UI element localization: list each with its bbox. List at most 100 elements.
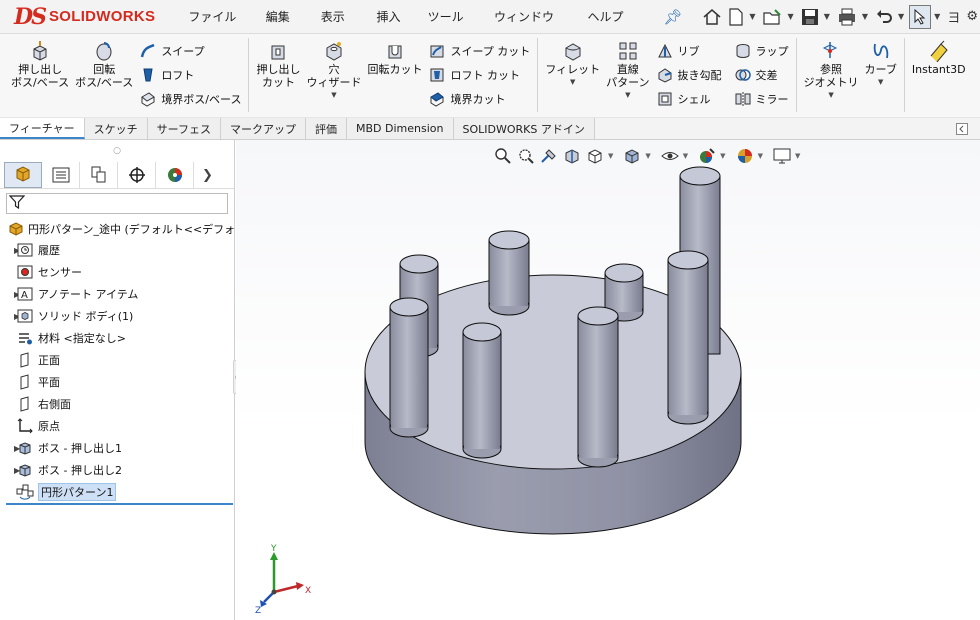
- reference-geometry-button[interactable]: 参照 ジオメトリ ▼: [801, 38, 862, 101]
- tree-item-top-plane[interactable]: 平面: [0, 371, 234, 393]
- expand-arrow-icon[interactable]: ▶: [0, 312, 20, 321]
- tree-item-front-plane[interactable]: 正面: [0, 349, 234, 371]
- sweep-icon: [139, 43, 157, 59]
- tab-surfaces[interactable]: サーフェス: [147, 118, 222, 139]
- chevron-down-icon[interactable]: ▼: [828, 91, 833, 99]
- tab-markup[interactable]: マークアップ: [221, 118, 307, 139]
- draft-button[interactable]: 抜き勾配: [653, 64, 725, 85]
- linear-pattern-icon: [616, 40, 640, 62]
- configuration-manager-tab-icon[interactable]: [80, 162, 118, 188]
- filter-icon[interactable]: [8, 194, 26, 213]
- solidworks-logo[interactable]: DS SOLIDWORKS: [0, 0, 166, 34]
- wrap-button[interactable]: ラップ: [731, 40, 792, 61]
- tab-evaluate[interactable]: 評価: [306, 118, 348, 139]
- fillet-button[interactable]: フィレット ▼: [542, 38, 603, 88]
- feature-manager-tab-icon[interactable]: [4, 162, 42, 188]
- extrude-boss-button[interactable]: 押し出し ボス/ベース: [8, 38, 72, 91]
- options-icon[interactable]: ⚙: [964, 4, 980, 30]
- expand-arrow-icon[interactable]: ▶: [0, 444, 20, 453]
- instant3d-button[interactable]: Instant3D: [909, 38, 969, 78]
- tab-solidworks-addins[interactable]: SOLIDWORKS アドイン: [453, 118, 595, 139]
- chevron-down-icon[interactable]: ▼: [625, 91, 630, 99]
- open-icon[interactable]: [761, 4, 785, 30]
- chevron-down-icon[interactable]: ▼: [331, 91, 336, 99]
- rebuild-icon[interactable]: ヨ: [945, 4, 962, 30]
- tree-item-history[interactable]: ▶ 履歴: [0, 239, 234, 261]
- rib-button[interactable]: リブ: [653, 40, 725, 61]
- new-document-icon[interactable]: [726, 4, 746, 30]
- loft-button[interactable]: ロフト: [136, 64, 244, 85]
- menu-tools[interactable]: ツール(T): [420, 0, 486, 58]
- boundary-boss-icon: [139, 91, 157, 107]
- pin[interactable]: [577, 306, 619, 468]
- sweep-button[interactable]: スイープ: [136, 40, 244, 61]
- tree-root-part[interactable]: 円形パターン_途中 (デフォルト<<デフォルト>_: [0, 218, 234, 239]
- property-manager-tab-icon[interactable]: [42, 162, 80, 188]
- expand-arrow-icon[interactable]: ▶: [0, 290, 20, 299]
- tab-sketch[interactable]: スケッチ: [84, 118, 148, 139]
- pin-icon[interactable]: 📌︎: [663, 8, 682, 26]
- menu-view[interactable]: 表示(V): [313, 0, 369, 58]
- chevron-down-icon[interactable]: ▼: [878, 78, 883, 86]
- curves-label: カーブ: [864, 63, 897, 76]
- shell-button[interactable]: シェル: [653, 88, 725, 109]
- tree-item-material[interactable]: 材料 <指定なし>: [0, 327, 234, 349]
- menu-edit[interactable]: 編集(E): [258, 0, 313, 58]
- sweep-cut-button[interactable]: スイープ カット: [425, 40, 533, 61]
- menu-window[interactable]: ウィンドウ(W): [486, 0, 580, 58]
- tree-item-circular-pattern1[interactable]: 円形パターン1: [0, 481, 234, 503]
- part-model[interactable]: [236, 140, 980, 620]
- revolve-cut-button[interactable]: 回転カット: [364, 38, 425, 78]
- revolve-boss-button[interactable]: 回転 ボス/ベース: [72, 38, 136, 91]
- rollback-bar[interactable]: [6, 503, 233, 505]
- boundary-boss-label: 境界ボス/ベース: [161, 92, 242, 106]
- panel-toggle-icon[interactable]: [956, 118, 968, 139]
- menu-file[interactable]: ファイル(F): [180, 0, 257, 58]
- menu-help[interactable]: ヘルプ(H): [579, 0, 647, 58]
- tree-item-right-plane[interactable]: 右側面: [0, 393, 234, 415]
- extrude-cut-button[interactable]: 押し出し カット: [253, 38, 303, 91]
- tree-item-sensors[interactable]: センサー: [0, 261, 234, 283]
- dimxpert-tab-icon[interactable]: [118, 162, 156, 188]
- linear-pattern-button[interactable]: 直線 パターン ▼: [603, 38, 652, 101]
- panel-collapse-handle[interactable]: ○: [0, 140, 234, 162]
- save-icon[interactable]: [799, 4, 821, 30]
- tree-item-solid-bodies[interactable]: ▶ ソリッド ボディ(1): [0, 305, 234, 327]
- expand-arrow-icon[interactable]: ▶: [0, 466, 20, 475]
- chevron-down-icon[interactable]: ▼: [570, 78, 575, 86]
- chevron-down-icon[interactable]: ▼: [934, 12, 940, 21]
- chevron-right-icon[interactable]: ❯: [202, 168, 213, 183]
- pin[interactable]: [667, 250, 709, 425]
- tab-features[interactable]: フィーチャー: [0, 118, 85, 139]
- chevron-down-icon[interactable]: ▼: [824, 12, 830, 21]
- tab-mbd-dimension[interactable]: MBD Dimension: [347, 118, 454, 139]
- rib-label: リブ: [677, 44, 700, 58]
- print-icon[interactable]: [835, 4, 859, 30]
- tree-item-boss-extrude1[interactable]: ▶ ボス - 押し出し1: [0, 437, 234, 459]
- display-manager-tab-icon[interactable]: [156, 162, 194, 188]
- curves-button[interactable]: カーブ ▼: [862, 38, 900, 88]
- chevron-down-icon[interactable]: ▼: [898, 12, 904, 21]
- tree-filter[interactable]: [6, 193, 228, 214]
- pin[interactable]: [462, 322, 502, 459]
- pin[interactable]: [488, 230, 530, 316]
- mirror-button[interactable]: ミラー: [731, 88, 792, 109]
- chevron-down-icon[interactable]: ▼: [862, 12, 868, 21]
- pin[interactable]: [389, 297, 429, 438]
- undo-icon[interactable]: [873, 4, 895, 30]
- home-icon[interactable]: [700, 4, 724, 30]
- intersect-button[interactable]: 交差: [731, 64, 792, 85]
- tree-item-boss-extrude2[interactable]: ▶ ボス - 押し出し2: [0, 459, 234, 481]
- graphics-area[interactable]: ▼ ▼ ▼ ▼ ▼ ▼ Y X Z: [236, 140, 980, 620]
- chevron-down-icon[interactable]: ▼: [749, 12, 755, 21]
- boundary-boss-button[interactable]: 境界ボス/ベース: [136, 88, 244, 109]
- expand-arrow-icon[interactable]: ▶: [0, 246, 20, 255]
- loft-cut-button[interactable]: ロフト カット: [425, 64, 533, 85]
- chevron-down-icon[interactable]: ▼: [788, 12, 794, 21]
- tree-item-origin[interactable]: 原点: [0, 415, 234, 437]
- select-icon[interactable]: [909, 4, 932, 29]
- menu-insert[interactable]: 挿入(I): [368, 0, 419, 58]
- boundary-cut-button[interactable]: 境界カット: [425, 88, 533, 109]
- hole-wizard-button[interactable]: 穴 ウィザード ▼: [303, 38, 364, 101]
- tree-item-annotations[interactable]: ▶ A アノテート アイテム: [0, 283, 234, 305]
